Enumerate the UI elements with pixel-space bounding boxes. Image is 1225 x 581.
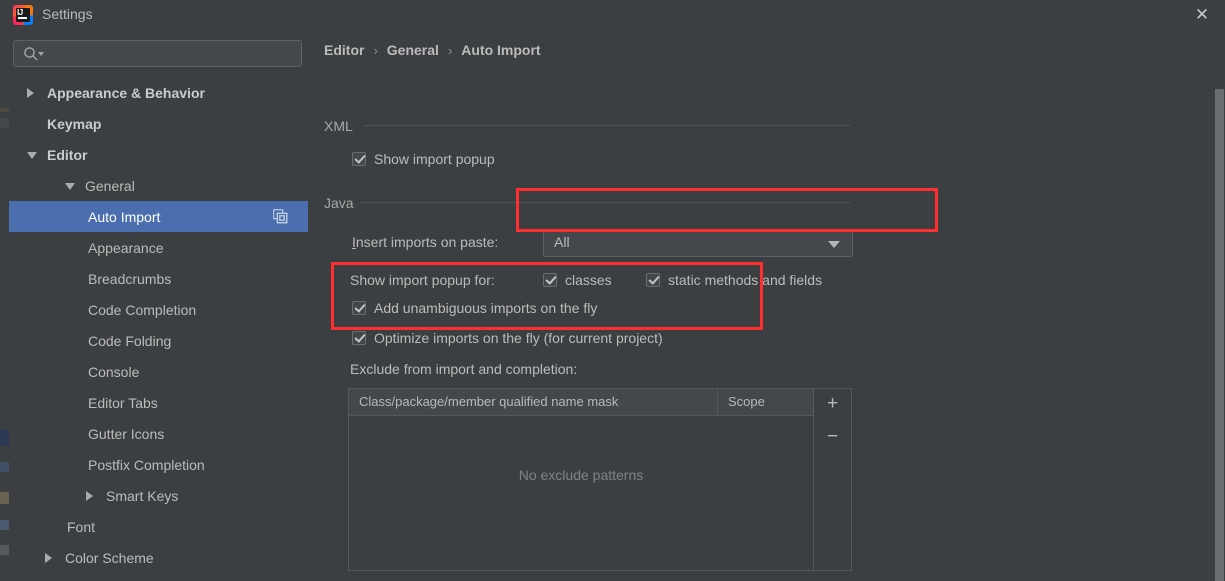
intellij-idea-logo-icon: IJ: [13, 5, 33, 25]
section-divider-java: [360, 202, 850, 203]
search-input[interactable]: [48, 41, 298, 66]
remove-exclude-pattern-button[interactable]: −: [814, 426, 851, 448]
insert-imports-on-paste-label-rest: nsert imports on paste:: [356, 234, 498, 250]
breadcrumb-separator-icon: ›: [373, 43, 377, 58]
sidebar-item-label: Postfix Completion: [88, 457, 205, 473]
show-popup-classes-checkbox[interactable]: [543, 273, 557, 287]
sidebar-item-editor[interactable]: Editor: [9, 139, 310, 170]
sidebar-item-label: Code Completion: [88, 302, 196, 318]
breadcrumb-item-general[interactable]: General: [387, 42, 439, 58]
sidebar-item-label: Breadcrumbs: [88, 271, 171, 287]
main-scrollbar-thumb[interactable]: [1215, 89, 1224, 581]
settings-sidebar: Appearance & Behavior Keymap Editor General…: [9, 29, 310, 581]
section-title-xml: XML: [324, 118, 353, 134]
table-header-name-mask[interactable]: Class/package/member qualified name mask: [349, 389, 717, 415]
sidebar-item-label: Editor: [47, 147, 87, 163]
show-popup-static-methods-checkbox[interactable]: [646, 273, 660, 287]
sidebar-item-auto-import[interactable]: Auto Import: [9, 201, 310, 232]
show-import-popup-xml-row[interactable]: Show import popup: [352, 151, 495, 167]
table-header-scope[interactable]: Scope: [718, 389, 815, 415]
sidebar-item-general[interactable]: General: [9, 170, 310, 201]
close-icon[interactable]: ✕: [1191, 5, 1213, 25]
sidebar-item-label: Gutter Icons: [88, 426, 164, 442]
breadcrumb: Editor › General › Auto Import: [324, 42, 541, 58]
sidebar-item-label: Appearance & Behavior: [47, 85, 205, 101]
settings-main-panel: Editor › General › Auto Import XML Show …: [310, 29, 1225, 581]
show-popup-classes-label: classes: [565, 272, 612, 288]
sidebar-item-label: General: [85, 178, 135, 194]
sidebar-item-color-scheme[interactable]: Color Scheme: [9, 542, 310, 573]
insert-imports-highlight: [516, 188, 938, 232]
breadcrumb-separator-icon: ›: [448, 43, 452, 58]
sidebar-item-label: Auto Import: [88, 209, 160, 225]
table-empty-message: No exclude patterns: [349, 467, 813, 483]
breadcrumb-item-editor[interactable]: Editor: [324, 42, 364, 58]
insert-imports-on-paste-dropdown[interactable]: All: [543, 229, 853, 257]
add-exclude-pattern-button[interactable]: +: [814, 393, 851, 415]
chevron-down-icon[interactable]: [65, 183, 75, 190]
add-unambiguous-imports-row[interactable]: Add unambiguous imports on the fly: [352, 300, 597, 316]
chevron-right-icon[interactable]: [86, 491, 93, 501]
exclude-patterns-table[interactable]: Class/package/member qualified name mask…: [348, 388, 814, 571]
sidebar-item-label: Appearance: [88, 240, 164, 256]
sidebar-item-label: Editor Tabs: [88, 395, 158, 411]
sidebar-item-console[interactable]: Console: [9, 356, 310, 387]
sidebar-item-smart-keys[interactable]: Smart Keys: [9, 480, 310, 511]
chevron-down-icon[interactable]: [38, 52, 44, 56]
sidebar-item-label: Font: [67, 519, 95, 535]
exclude-patterns-table-buttons: + −: [814, 388, 852, 571]
insert-imports-on-paste-value: All: [554, 234, 570, 250]
sidebar-item-code-folding[interactable]: Code Folding: [9, 325, 310, 356]
table-header-row: Class/package/member qualified name mask…: [349, 389, 813, 416]
add-unambiguous-imports-label: Add unambiguous imports on the fly: [374, 300, 597, 316]
search-box[interactable]: [13, 40, 302, 67]
sidebar-item-label: Smart Keys: [106, 488, 178, 504]
sidebar-item-gutter-icons[interactable]: Gutter Icons: [9, 418, 310, 449]
main-scrollbar-track[interactable]: [1213, 29, 1225, 581]
chevron-right-icon[interactable]: [27, 88, 34, 98]
sidebar-item-appearance-behavior[interactable]: Appearance & Behavior: [9, 77, 310, 108]
sidebar-item-label: Color Scheme: [65, 550, 154, 566]
sidebar-item-font[interactable]: Font: [9, 511, 310, 542]
exclude-from-import-label: Exclude from import and completion:: [350, 361, 577, 377]
duplicate-icon: [273, 209, 288, 224]
search-icon: [23, 46, 39, 62]
show-popup-static-methods-row[interactable]: static methods and fields: [646, 272, 822, 288]
breadcrumb-item-auto-import[interactable]: Auto Import: [461, 42, 540, 58]
chevron-down-icon[interactable]: [828, 241, 840, 248]
sidebar-item-code-completion[interactable]: Code Completion: [9, 294, 310, 325]
background-window-edge: [0, 0, 9, 581]
insert-imports-on-paste-label-wrap: Insert imports on paste:: [352, 234, 498, 250]
show-import-popup-xml-label: Show import popup: [374, 151, 495, 167]
sidebar-item-appearance[interactable]: Appearance: [9, 232, 310, 263]
optimize-imports-row[interactable]: Optimize imports on the fly (for current…: [352, 330, 663, 346]
optimize-imports-label: Optimize imports on the fly (for current…: [374, 330, 663, 346]
settings-window: IJ Settings ✕ Appearance & Behavior Keyma…: [0, 0, 1225, 581]
sidebar-item-label: Code Folding: [88, 333, 171, 349]
sidebar-item-postfix-completion[interactable]: Postfix Completion: [9, 449, 310, 480]
sidebar-item-editor-tabs[interactable]: Editor Tabs: [9, 387, 310, 418]
window-title: Settings: [42, 5, 93, 24]
sidebar-item-label: Console: [88, 364, 139, 380]
sidebar-item-keymap[interactable]: Keymap: [9, 108, 310, 139]
chevron-down-icon[interactable]: [27, 152, 37, 159]
optimize-imports-checkbox[interactable]: [352, 331, 366, 345]
title-bar: IJ Settings ✕: [0, 0, 1225, 29]
settings-tree: Appearance & Behavior Keymap Editor General…: [9, 77, 310, 581]
show-popup-classes-row[interactable]: classes: [543, 272, 612, 288]
section-title-java: Java: [324, 195, 354, 211]
section-divider-xml: [364, 125, 850, 126]
show-import-popup-xml-checkbox[interactable]: [352, 152, 366, 166]
sidebar-item-breadcrumbs[interactable]: Breadcrumbs: [9, 263, 310, 294]
sidebar-item-label: Keymap: [47, 116, 101, 132]
show-import-popup-for-label: Show import popup for:: [350, 272, 495, 288]
add-unambiguous-imports-checkbox[interactable]: [352, 301, 366, 315]
chevron-right-icon[interactable]: [45, 553, 52, 563]
show-popup-static-methods-label: static methods and fields: [668, 272, 822, 288]
